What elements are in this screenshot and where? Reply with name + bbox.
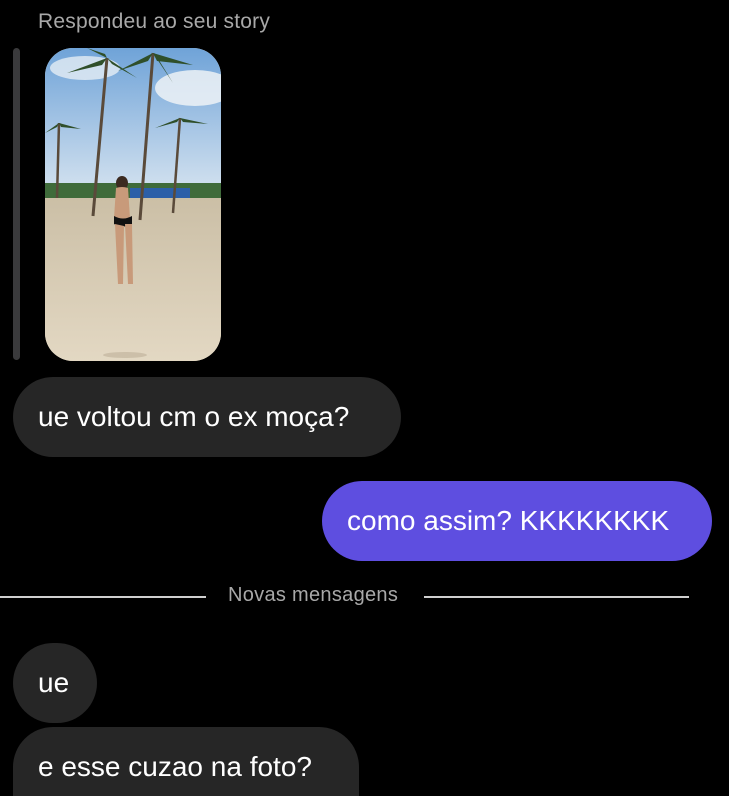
beach-photo <box>45 48 221 361</box>
story-reply-caption: Respondeu ao seu story <box>38 10 271 33</box>
incoming-message[interactable]: ue voltou cm o ex moça? <box>13 377 401 457</box>
new-messages-divider: Novas mensagens <box>0 584 729 610</box>
divider-line-left <box>0 596 206 598</box>
outgoing-message[interactable]: como assim? KKKKKKKK <box>322 481 712 561</box>
story-thumbnail[interactable] <box>45 48 221 361</box>
incoming-message[interactable]: ue <box>13 643 97 723</box>
new-messages-label: Novas mensagens <box>228 584 399 606</box>
divider-line-right <box>424 596 689 598</box>
incoming-message[interactable]: e esse cuzao na foto? <box>13 727 359 796</box>
chat-thread: Respondeu ao seu story ue voltou cm o ex… <box>0 0 729 796</box>
story-reply-indicator-bar <box>13 48 20 360</box>
